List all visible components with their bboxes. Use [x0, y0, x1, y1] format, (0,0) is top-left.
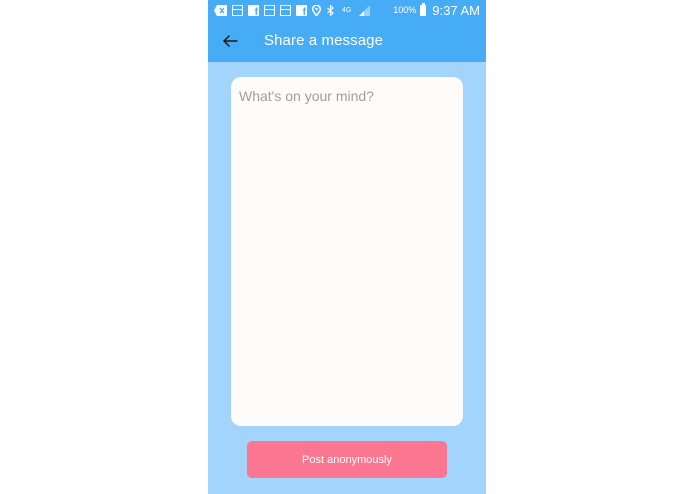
signal-icon: [359, 4, 370, 16]
notification-icons: 4G: [214, 3, 370, 18]
status-bar: 4G 100% 9:37 AM: [208, 0, 486, 20]
location-pin-icon: [311, 3, 322, 17]
facebook-icon: [248, 4, 259, 18]
back-notification-icon: [214, 4, 227, 16]
post-anonymously-button[interactable]: Post anonymously: [247, 441, 447, 478]
message-input[interactable]: [231, 77, 463, 426]
calendar-icon: [280, 4, 291, 16]
bluetooth-icon: [326, 3, 337, 17]
facebook-icon: [296, 4, 307, 18]
battery-percent: 100%: [393, 5, 417, 15]
calendar-icon: [264, 4, 275, 16]
status-right: 100% 9:37 AM: [393, 2, 480, 18]
clock: 9:37 AM: [432, 2, 480, 18]
back-button[interactable]: [218, 29, 242, 53]
app-bar: Share a message: [208, 20, 486, 62]
network-4g-icon: 4G: [342, 5, 354, 16]
phone-screen: 4G 100% 9:37 AM Share a message Post ano…: [208, 0, 486, 494]
arrow-left-icon: [218, 35, 242, 57]
network-label: 4G: [342, 6, 352, 14]
battery-icon: [420, 2, 427, 16]
message-card: [231, 77, 463, 426]
calendar-icon: [232, 4, 243, 16]
page-title: Share a message: [264, 32, 384, 49]
